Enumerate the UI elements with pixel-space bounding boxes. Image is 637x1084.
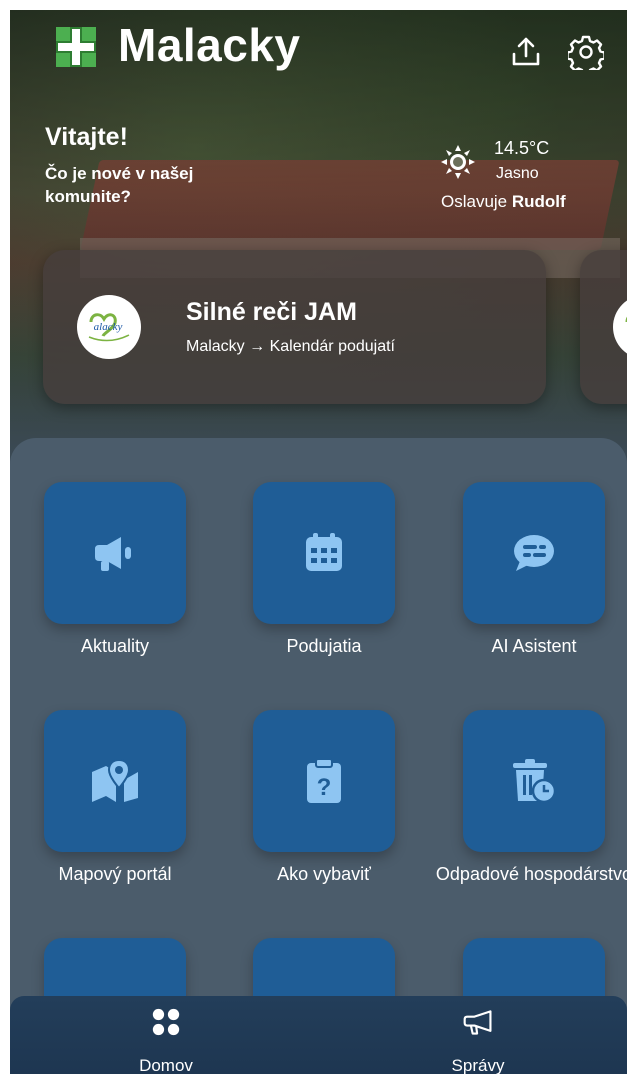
sun-icon [441,145,475,179]
tile-mapovy-portal[interactable] [44,710,186,852]
calendar-icon [306,533,342,571]
app-title: Malacky [118,19,301,71]
top-bar: Malacky [10,10,627,96]
weather-condition: Jasno [496,165,539,182]
chat-bubble-icon [514,535,554,571]
tile-odpadove-hospodarstvo[interactable] [463,710,605,852]
map-pin-icon [92,758,138,802]
megaphone-icon [95,537,131,571]
next-event-card[interactable] [580,250,627,404]
svg-text:?: ? [317,774,332,801]
tile-aktuality[interactable] [44,482,186,624]
svg-text:alacky: alacky [94,321,123,333]
welcome-title: Vitajte! [45,123,128,151]
event-title: Silné reči JAM [186,298,357,326]
nameday-text: Oslavuje Rudolf [441,192,566,212]
tile-label: Ako vybaviť [277,864,371,884]
app-screen: Malacky Vitajte! Čo je nové v našej komu… [10,10,627,1074]
malacky-logo: alacky [77,295,141,359]
tile-label: Podujatia [286,636,362,656]
welcome-subtitle: Čo je nové v našej komunite? [45,164,194,206]
gear-icon [568,35,604,70]
tile-ako-vybavit[interactable]: ? [253,710,395,852]
malacky-cross-logo-icon [56,27,96,67]
trash-clock-icon [513,759,557,804]
services-panel: Aktuality Podujatia AI Asistent Mapový p… [10,438,627,1074]
upload-share-icon [512,37,540,66]
nav-domov[interactable]: Domov [66,996,266,1074]
bottom-navigation: Domov Správy [10,996,627,1074]
nav-label: Domov [139,1056,193,1074]
settings-button[interactable] [566,32,606,72]
tile-ai-asistent[interactable] [463,482,605,624]
clipboard-question-icon: ? [307,758,341,803]
nav-label: Správy [451,1056,505,1074]
tile-label: Aktuality [80,636,150,656]
tile-label: Mapový portál [58,864,172,884]
megaphone-outline-icon [462,1006,494,1038]
tile-podujatia[interactable] [253,482,395,624]
malacky-logo [613,295,627,359]
weather-temperature: 14.5°C [494,138,550,158]
featured-event-card[interactable]: alacky Silné reči JAM Malacky → Kalendár… [43,250,546,404]
share-button[interactable] [506,32,546,72]
dots-grid-icon [150,1006,182,1038]
nameday-prefix: Oslavuje [441,192,508,211]
tile-label: AI Asistent [491,636,577,656]
tile-label: Odpadové hospodárstvo [435,864,627,884]
event-path: Malacky → Kalendár podujatí [186,338,395,355]
nameday-name: Rudolf [511,192,566,211]
nav-spravy[interactable]: Správy [378,996,578,1074]
